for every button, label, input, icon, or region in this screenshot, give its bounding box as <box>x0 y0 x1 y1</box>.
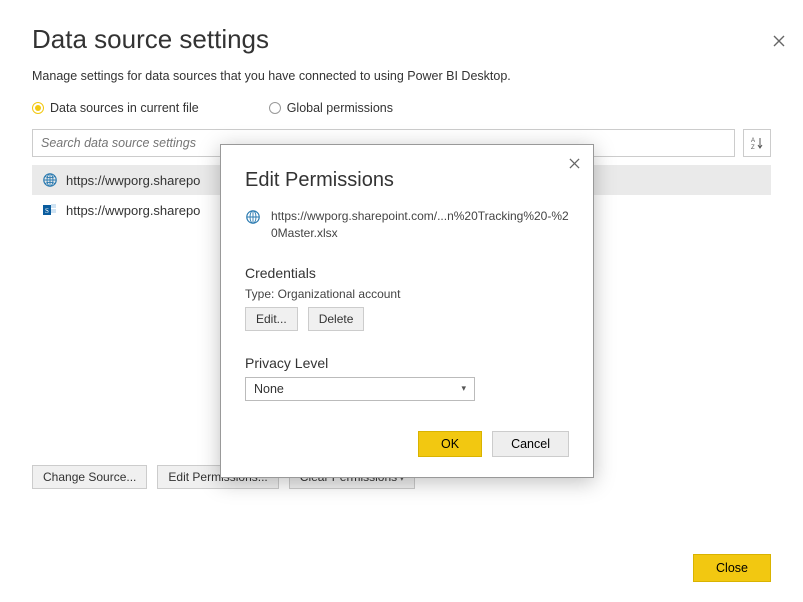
change-source-button[interactable]: Change Source... <box>32 465 147 489</box>
cancel-button[interactable]: Cancel <box>492 431 569 457</box>
page-title: Data source settings <box>32 24 771 55</box>
credentials-buttons: Edit... Delete <box>245 307 569 331</box>
delete-credentials-button[interactable]: Delete <box>308 307 365 331</box>
close-icon[interactable] <box>566 153 583 175</box>
web-icon <box>42 172 58 188</box>
list-item-label: https://wwporg.sharepo <box>66 203 200 218</box>
radio-label: Global permissions <box>287 101 393 115</box>
list-item-label: https://wwporg.sharepo <box>66 173 200 188</box>
modal-title: Edit Permissions <box>245 169 569 192</box>
chevron-down-icon: ▾ <box>461 383 466 394</box>
svg-text:A: A <box>751 138 755 144</box>
privacy-heading: Privacy Level <box>245 355 569 371</box>
scope-radio-group: Data sources in current file Global perm… <box>32 101 771 115</box>
source-path: https://wwporg.sharepoint.com/...n%20Tra… <box>245 208 569 243</box>
radio-label: Data sources in current file <box>50 101 199 115</box>
radio-current-file[interactable]: Data sources in current file <box>32 101 199 115</box>
credentials-heading: Credentials <box>245 265 569 281</box>
radio-global-permissions[interactable]: Global permissions <box>269 101 393 115</box>
modal-actions: OK Cancel <box>245 431 569 457</box>
edit-credentials-button[interactable]: Edit... <box>245 307 298 331</box>
edit-permissions-modal: Edit Permissions https://wwporg.sharepoi… <box>220 144 594 478</box>
radio-icon <box>269 102 281 114</box>
privacy-level-select[interactable]: None ▾ <box>245 377 475 401</box>
credentials-type: Type: Organizational account <box>245 287 569 301</box>
svg-text:Z: Z <box>751 145 755 150</box>
radio-icon <box>32 102 44 114</box>
sharepoint-icon: S <box>42 202 58 218</box>
source-path-text: https://wwporg.sharepoint.com/...n%20Tra… <box>271 208 569 243</box>
close-icon[interactable] <box>769 30 789 55</box>
svg-text:S: S <box>45 207 49 215</box>
sort-button[interactable]: A Z <box>743 129 771 157</box>
page-subtitle: Manage settings for data sources that yo… <box>32 69 771 83</box>
web-icon <box>245 209 261 225</box>
ok-button[interactable]: OK <box>418 431 482 457</box>
privacy-value: None <box>254 382 284 396</box>
